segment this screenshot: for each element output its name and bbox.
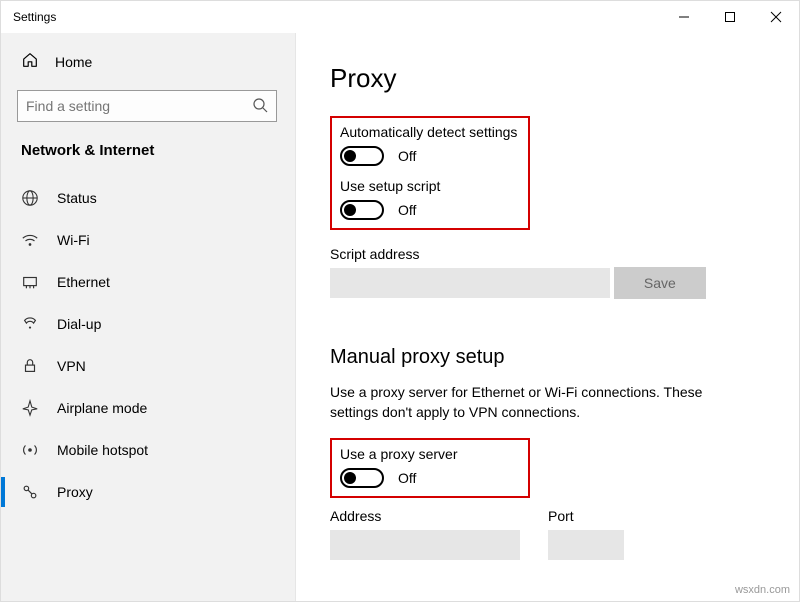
sidebar-item-label: Mobile hotspot <box>57 442 148 458</box>
sidebar-item-ethernet[interactable]: Ethernet <box>1 261 295 303</box>
manual-highlight-box: Use a proxy server Off <box>330 438 530 498</box>
watermark: wsxdn.com <box>735 584 790 596</box>
sidebar-item-label: Dial-up <box>57 316 101 332</box>
sidebar-item-status[interactable]: Status <box>1 177 295 219</box>
sidebar: Home Network & Internet Status <box>1 33 296 601</box>
search-input[interactable] <box>26 98 252 114</box>
window-title: Settings <box>13 10 56 24</box>
sidebar-item-label: Airplane mode <box>57 400 147 416</box>
dialup-icon <box>21 315 39 333</box>
main-panel: Proxy Automatically detect settings Off … <box>296 33 799 601</box>
address-col: Address <box>330 508 520 578</box>
hotspot-icon <box>21 441 39 459</box>
page-title: Proxy <box>330 63 765 94</box>
ethernet-icon <box>21 273 39 291</box>
search-wrap <box>1 82 295 136</box>
auto-detect-label: Automatically detect settings <box>340 124 520 140</box>
home-label: Home <box>55 54 92 70</box>
airplane-icon <box>21 399 39 417</box>
content-area: Home Network & Internet Status <box>1 33 799 601</box>
sidebar-item-wifi[interactable]: Wi-Fi <box>1 219 295 261</box>
sidebar-item-airplane[interactable]: Airplane mode <box>1 387 295 429</box>
sidebar-section-title: Network & Internet <box>1 136 295 177</box>
proxy-icon <box>21 483 39 501</box>
manual-description: Use a proxy server for Ethernet or Wi-Fi… <box>330 383 750 422</box>
globe-icon <box>21 189 39 207</box>
auto-highlight-box: Automatically detect settings Off Use se… <box>330 116 530 230</box>
close-button[interactable] <box>753 1 799 33</box>
script-address-input[interactable] <box>330 268 610 298</box>
maximize-button[interactable] <box>707 1 753 33</box>
auto-detect-toggle-row: Off <box>340 146 520 166</box>
save-button[interactable]: Save <box>614 267 706 299</box>
address-port-row: Address Port <box>330 508 765 578</box>
search-icon <box>252 97 268 116</box>
setup-script-state: Off <box>398 202 416 218</box>
window-controls <box>661 1 799 33</box>
sidebar-item-dialup[interactable]: Dial-up <box>1 303 295 345</box>
address-label: Address <box>330 508 520 524</box>
port-input[interactable] <box>548 530 624 560</box>
settings-window: Settings Home <box>0 0 800 602</box>
sidebar-item-label: Proxy <box>57 484 93 500</box>
auto-detect-state: Off <box>398 148 416 164</box>
sidebar-item-label: Wi-Fi <box>57 232 90 248</box>
address-input[interactable] <box>330 530 520 560</box>
sidebar-item-label: Ethernet <box>57 274 110 290</box>
use-proxy-toggle-row: Off <box>340 468 520 488</box>
auto-detect-toggle[interactable] <box>340 146 384 166</box>
sidebar-item-label: VPN <box>57 358 86 374</box>
vpn-icon <box>21 357 39 375</box>
minimize-button[interactable] <box>661 1 707 33</box>
sidebar-item-proxy[interactable]: Proxy <box>1 471 295 513</box>
port-col: Port <box>548 508 624 578</box>
search-box[interactable] <box>17 90 277 122</box>
port-label: Port <box>548 508 624 524</box>
use-proxy-toggle[interactable] <box>340 468 384 488</box>
home-icon <box>21 51 39 72</box>
wifi-icon <box>21 231 39 249</box>
sidebar-item-label: Status <box>57 190 97 206</box>
sidebar-home[interactable]: Home <box>1 41 295 82</box>
manual-heading: Manual proxy setup <box>330 346 765 369</box>
titlebar: Settings <box>1 1 799 33</box>
setup-script-toggle-row: Off <box>340 200 520 220</box>
use-proxy-label: Use a proxy server <box>340 446 520 462</box>
use-proxy-state: Off <box>398 470 416 486</box>
setup-script-toggle[interactable] <box>340 200 384 220</box>
setup-script-label: Use setup script <box>340 178 520 194</box>
sidebar-item-hotspot[interactable]: Mobile hotspot <box>1 429 295 471</box>
script-address-label: Script address <box>330 246 765 262</box>
sidebar-item-vpn[interactable]: VPN <box>1 345 295 387</box>
